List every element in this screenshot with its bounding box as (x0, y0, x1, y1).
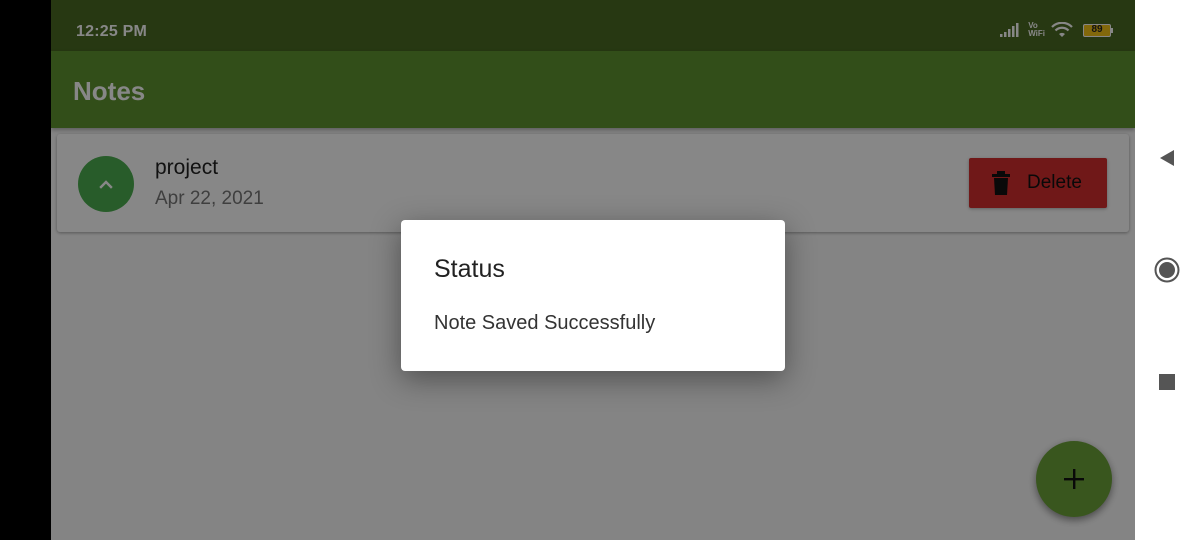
home-circle-icon (1154, 257, 1180, 283)
navigation-bar (1135, 0, 1200, 540)
back-triangle-icon (1160, 150, 1174, 166)
dialog-title: Status (434, 255, 505, 283)
recents-button[interactable] (1154, 369, 1180, 395)
recents-square-icon (1159, 374, 1175, 390)
status-dialog: Status Note Saved Successfully (401, 220, 785, 371)
home-button[interactable] (1154, 257, 1180, 283)
dialog-message: Note Saved Successfully (434, 312, 656, 334)
back-button[interactable] (1154, 145, 1180, 171)
left-black-bezel (0, 0, 51, 540)
app-screen: 12:25 PM Vo WiFi 89 Notes project Apr 22… (51, 0, 1135, 540)
